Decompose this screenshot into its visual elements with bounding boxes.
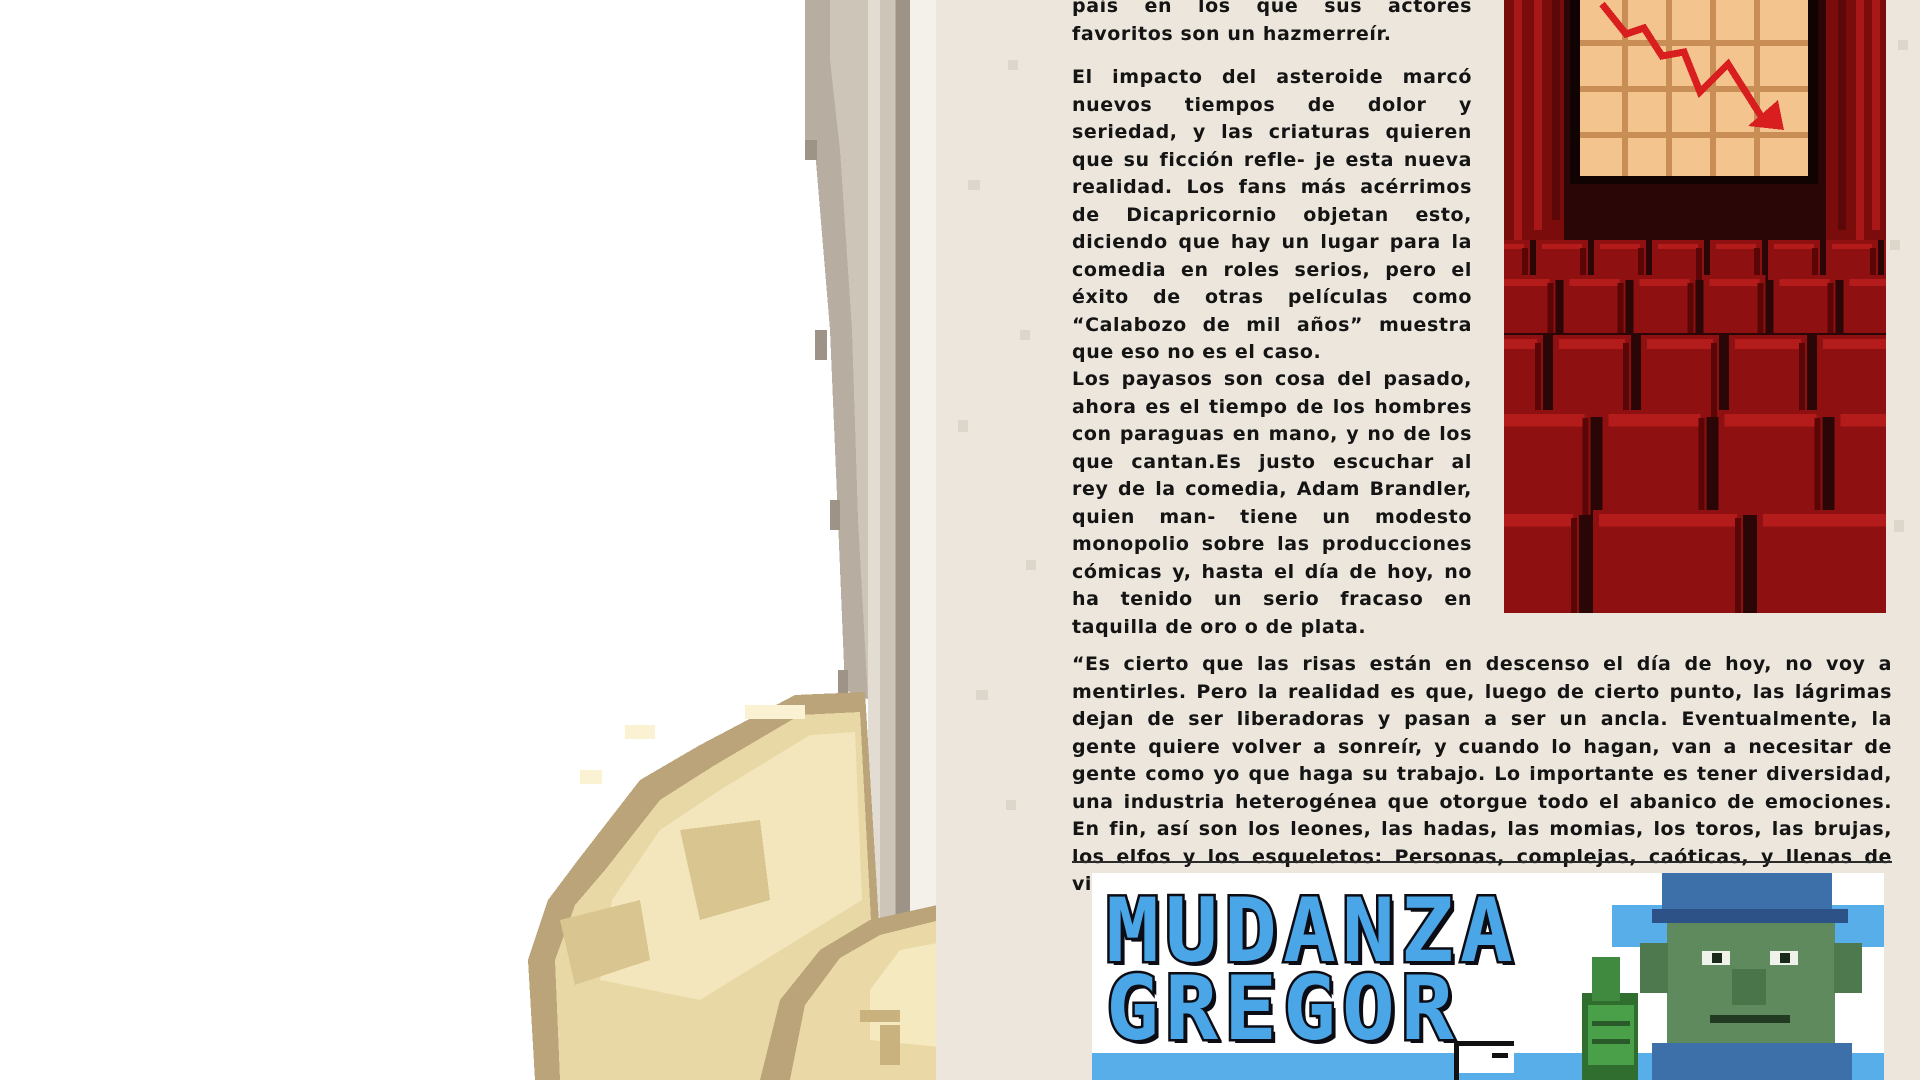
theater-seat-highlight xyxy=(1716,244,1756,249)
theater-seat-highlight xyxy=(1559,339,1625,349)
theater-seat-shadow xyxy=(1735,518,1741,613)
theater-seat-shadow xyxy=(1698,418,1705,515)
screen-chart xyxy=(1580,0,1808,176)
theater-seat-shadow xyxy=(1623,343,1629,417)
theater-seat-highlight xyxy=(1823,339,1886,349)
theater-seat-shadow xyxy=(1757,283,1764,333)
theater-seat-shadow xyxy=(1547,283,1554,333)
theater-seat-highlight xyxy=(1647,339,1713,349)
newspaper-page: país en los que sus actores favoritos so… xyxy=(936,0,1920,1080)
theater-seat-highlight xyxy=(1569,279,1620,286)
theater-seat-highlight xyxy=(1658,244,1698,249)
mover-character-avatar xyxy=(1640,873,1862,1080)
theater-seat-highlight xyxy=(1774,244,1814,249)
article-paragraph-payasos: Los payasos son cosa del pasado, ahora e… xyxy=(1072,368,1472,638)
theater-seat-highlight xyxy=(1724,414,1817,427)
theater-seat-shadow xyxy=(1617,283,1624,333)
theater-seat-shadow xyxy=(1687,283,1694,333)
theater-seat-highlight xyxy=(1763,514,1886,527)
mudanza-gregor-ad: MUDANZA GREGOR xyxy=(1092,873,1884,1080)
theater-seat-highlight xyxy=(1600,244,1640,249)
article-paragraph-asteroid: El impacto del asteroide marcó nuevos ti… xyxy=(1072,66,1472,363)
theater-seat-shadow xyxy=(1582,418,1589,515)
theater-seat-highlight xyxy=(1504,514,1573,527)
theater-seat-highlight xyxy=(1542,244,1582,249)
theater-seat-highlight xyxy=(1840,414,1886,427)
theater-seat-highlight xyxy=(1849,279,1886,286)
theater-seat-shadow xyxy=(1711,343,1717,417)
theater-seat-shadow xyxy=(1696,248,1702,280)
theater-seat-highlight xyxy=(1735,339,1801,349)
theater-seat-highlight xyxy=(1504,244,1524,249)
theater-seat-shadow xyxy=(1799,343,1805,417)
theater-seat-highlight xyxy=(1608,414,1701,427)
theater-seat-highlight xyxy=(1779,279,1830,286)
theater-seat-shadow xyxy=(1571,518,1577,613)
theater-seat-shadow xyxy=(1827,283,1834,333)
section-divider xyxy=(1072,861,1892,863)
theater-seat-highlight xyxy=(1832,244,1872,249)
theater-seat-highlight xyxy=(1504,414,1585,427)
theater-seat-highlight xyxy=(1599,514,1737,527)
ad-title-line2: GREGOR xyxy=(1104,957,1460,1060)
theater-seat-highlight xyxy=(1504,339,1537,349)
theater-seat-shadow xyxy=(1535,343,1541,417)
theater-seat-highlight xyxy=(1709,279,1760,286)
theater-illustration xyxy=(1504,0,1886,613)
theater-seat xyxy=(1884,240,1886,280)
theater-seat-highlight xyxy=(1504,279,1550,286)
theater-seat-shadow xyxy=(1814,418,1821,515)
article-intro-text: país en los que sus actores favoritos so… xyxy=(1072,0,1472,45)
hand-holding-newspaper xyxy=(528,0,1072,1080)
theater-seat-highlight xyxy=(1639,279,1690,286)
